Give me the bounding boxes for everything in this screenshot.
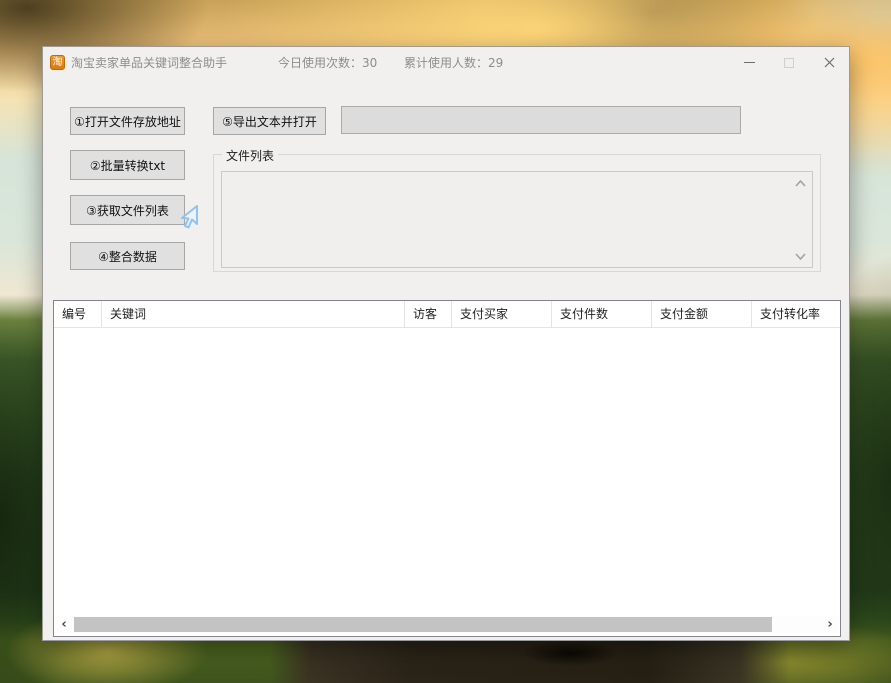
results-table: 编号 关键词 访客 支付买家 支付件数 支付金额 支付转化率 ‹ › (53, 300, 841, 637)
window-controls (729, 47, 849, 78)
chevron-up-icon (795, 180, 806, 187)
scroll-left-button[interactable]: ‹ (55, 616, 73, 633)
app-window: 淘 淘宝卖家单品关键词整合助手 今日使用次数：30 累计使用人数：29 ①打开文… (42, 46, 850, 641)
table-body-empty (54, 328, 840, 598)
file-list-box[interactable] (221, 171, 813, 268)
scroll-down-button[interactable] (793, 251, 807, 261)
open-folder-button[interactable]: ①打开文件存放地址 (70, 107, 185, 135)
chevron-down-icon (795, 253, 806, 260)
export-path-field[interactable] (341, 106, 741, 134)
merge-data-button[interactable]: ④整合数据 (70, 242, 185, 270)
column-header-keyword[interactable]: 关键词 (102, 301, 405, 327)
close-button[interactable] (809, 47, 849, 78)
column-header-items[interactable]: 支付件数 (552, 301, 652, 327)
scroll-right-button[interactable]: › (821, 616, 839, 633)
app-icon: 淘 (50, 55, 65, 70)
column-header-id[interactable]: 编号 (54, 301, 102, 327)
usage-today-label: 今日使用次数：30 (278, 47, 377, 79)
column-header-conv-rate[interactable]: 支付转化率 (752, 301, 840, 327)
batch-convert-button[interactable]: ②批量转换txt (70, 150, 185, 180)
title-bar[interactable]: 淘 淘宝卖家单品关键词整合助手 今日使用次数：30 累计使用人数：29 (43, 47, 849, 79)
mouse-cursor-icon (176, 204, 200, 230)
desktop-background-shed (270, 641, 790, 683)
maximize-button[interactable] (769, 47, 809, 78)
export-open-button[interactable]: ⑤导出文本并打开 (213, 107, 326, 135)
table-header-row: 编号 关键词 访客 支付买家 支付件数 支付金额 支付转化率 (54, 301, 840, 328)
minimize-button[interactable] (729, 47, 769, 78)
window-title: 淘宝卖家单品关键词整合助手 (71, 47, 227, 79)
scroll-up-button[interactable] (793, 178, 807, 188)
close-icon (824, 57, 835, 68)
scrollbar-thumb[interactable] (74, 617, 772, 632)
column-header-visitors[interactable]: 访客 (405, 301, 452, 327)
column-header-amount[interactable]: 支付金额 (652, 301, 752, 327)
usage-total-label: 累计使用人数：29 (404, 47, 503, 79)
maximize-icon (784, 58, 794, 68)
file-list-group: 文件列表 (213, 154, 821, 272)
minimize-icon (744, 62, 755, 63)
column-header-buyers[interactable]: 支付买家 (452, 301, 552, 327)
horizontal-scrollbar[interactable]: ‹ › (55, 616, 839, 633)
file-list-group-label: 文件列表 (222, 147, 278, 164)
get-file-list-button[interactable]: ③获取文件列表 (70, 195, 185, 225)
